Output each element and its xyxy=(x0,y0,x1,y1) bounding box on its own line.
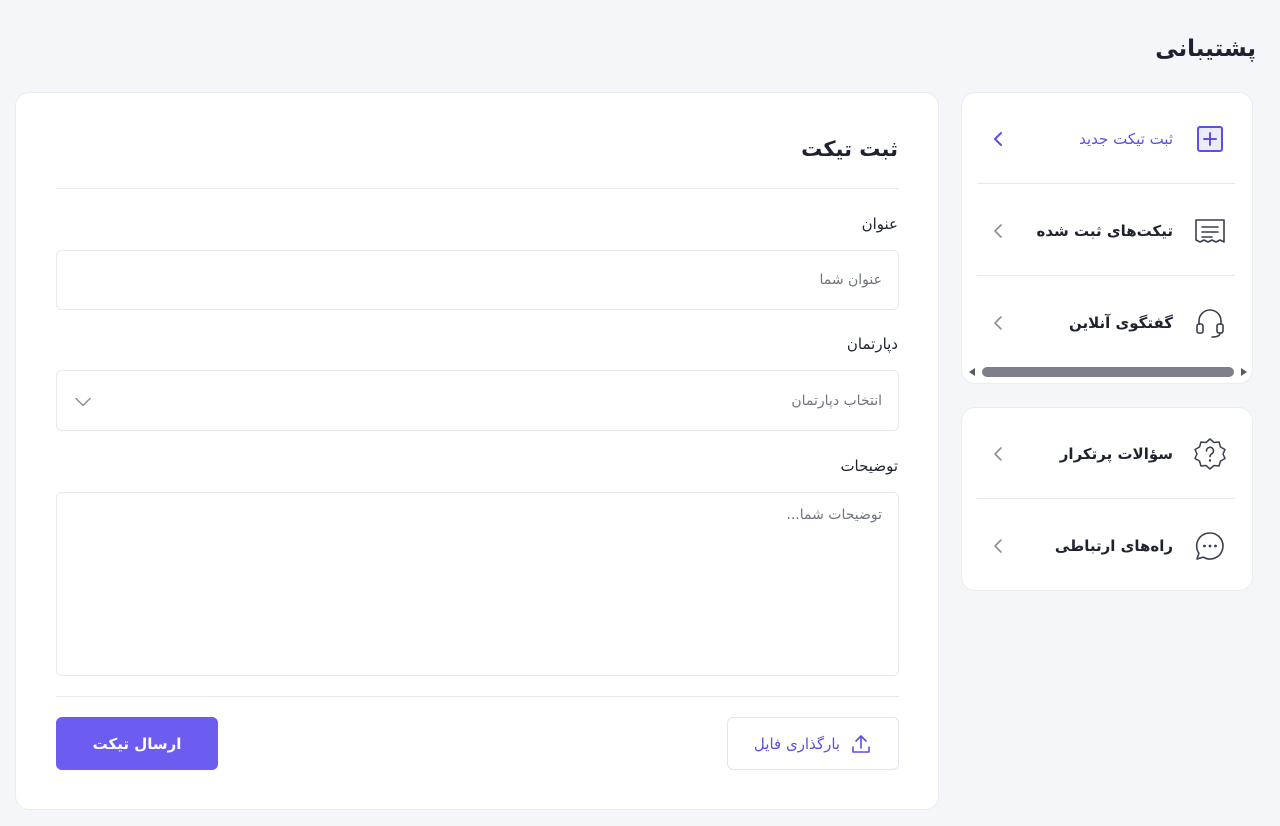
sidebar-item-label: راه‌های ارتباطی xyxy=(1054,537,1173,555)
upload-file-button[interactable]: بارگذاری فایل xyxy=(727,717,899,770)
upload-icon xyxy=(850,733,872,755)
horizontal-scrollbar[interactable] xyxy=(966,365,1250,379)
divider xyxy=(56,188,899,189)
submit-ticket-button[interactable]: ارسال تیکت xyxy=(56,717,218,770)
sidebar-item-contact-methods[interactable]: راه‌های ارتباطی xyxy=(981,500,1235,592)
chevron-left-icon xyxy=(991,311,1005,335)
chat-bubble-icon xyxy=(1193,529,1227,563)
chevron-left-icon xyxy=(991,442,1005,466)
ticket-form-card: ثبت تیکت عنوان دپارتمان انتخاب دپارتمان … xyxy=(15,92,939,810)
support-nav-card: ثبت تیکت جدید تیکت‌های ثبت شده گفتگوی آن… xyxy=(961,92,1253,384)
chevron-left-icon xyxy=(991,127,1005,151)
sidebar-item-label: سؤالات پرتکرار xyxy=(1059,445,1173,463)
sidebar-item-new-ticket[interactable]: ثبت تیکت جدید xyxy=(981,93,1235,185)
sidebar-item-label: ثبت تیکت جدید xyxy=(1079,130,1173,148)
scrollbar-thumb[interactable] xyxy=(982,367,1234,377)
sidebar-item-my-tickets[interactable]: تیکت‌های ثبت شده xyxy=(981,185,1235,277)
divider xyxy=(977,183,1235,184)
headset-icon xyxy=(1193,306,1227,340)
department-select-value: انتخاب دپارتمان xyxy=(791,392,882,409)
chevron-left-icon xyxy=(991,219,1005,243)
chevron-down-icon xyxy=(75,390,91,414)
receipt-list-icon xyxy=(1193,214,1227,248)
scroll-left-arrow-icon[interactable] xyxy=(966,365,978,379)
department-label: دپارتمان xyxy=(846,335,898,353)
question-badge-icon xyxy=(1193,437,1227,471)
page-title: پشتیبانی xyxy=(1155,36,1256,62)
divider xyxy=(977,498,1235,499)
divider xyxy=(56,696,899,697)
department-select[interactable]: انتخاب دپارتمان xyxy=(56,370,899,431)
sidebar-item-label: تیکت‌های ثبت شده xyxy=(1036,222,1174,240)
divider xyxy=(977,275,1235,276)
subject-label: عنوان xyxy=(861,215,898,233)
subject-input[interactable] xyxy=(56,250,899,310)
description-textarea[interactable] xyxy=(56,492,899,676)
scroll-right-arrow-icon[interactable] xyxy=(1238,365,1250,379)
description-label: توضیحات xyxy=(840,457,898,475)
plus-square-icon xyxy=(1193,122,1227,156)
upload-file-label: بارگذاری فایل xyxy=(753,734,841,753)
scrollbar-track[interactable] xyxy=(978,367,1238,377)
form-title: ثبت تیکت xyxy=(801,137,898,161)
support-links-card: سؤالات پرتکرار راه‌های ارتباطی xyxy=(961,407,1253,591)
chevron-left-icon xyxy=(991,534,1005,558)
sidebar-item-online-chat[interactable]: گفتگوی آنلاین xyxy=(981,277,1235,369)
sidebar-item-faq[interactable]: سؤالات پرتکرار xyxy=(981,408,1235,500)
sidebar-item-label: گفتگوی آنلاین xyxy=(1068,314,1173,332)
